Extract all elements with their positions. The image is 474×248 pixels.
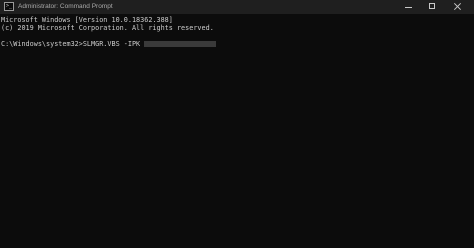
console-output[interactable]: Microsoft Windows [Version 10.0.18362.38… — [0, 14, 474, 248]
minimize-button[interactable] — [397, 0, 421, 14]
redacted-key-block — [144, 41, 217, 47]
maximize-icon — [429, 3, 435, 9]
close-button[interactable] — [446, 0, 470, 14]
minimize-icon — [405, 7, 412, 8]
close-icon — [453, 2, 462, 11]
title-bar[interactable]: >_ Administrator: Command Prompt — [0, 0, 474, 14]
window-title: Administrator: Command Prompt — [18, 3, 113, 10]
command-prompt-window: >_ Administrator: Command Prompt Microso… — [0, 0, 474, 248]
maximize-button[interactable] — [421, 0, 445, 14]
command-prompt-icon: >_ — [4, 2, 14, 11]
console-line-version: Microsoft Windows [Version 10.0.18362.38… — [1, 16, 173, 24]
command-text: SLMGR.VBS -IPK — [82, 40, 141, 48]
prompt-path: C:\Windows\system32> — [1, 40, 83, 48]
command-line[interactable]: C:\Windows\system32>SLMGR.VBS -IPK — [1, 40, 474, 48]
console-line-copyright: (c) 2019 Microsoft Corporation. All righ… — [1, 24, 214, 32]
